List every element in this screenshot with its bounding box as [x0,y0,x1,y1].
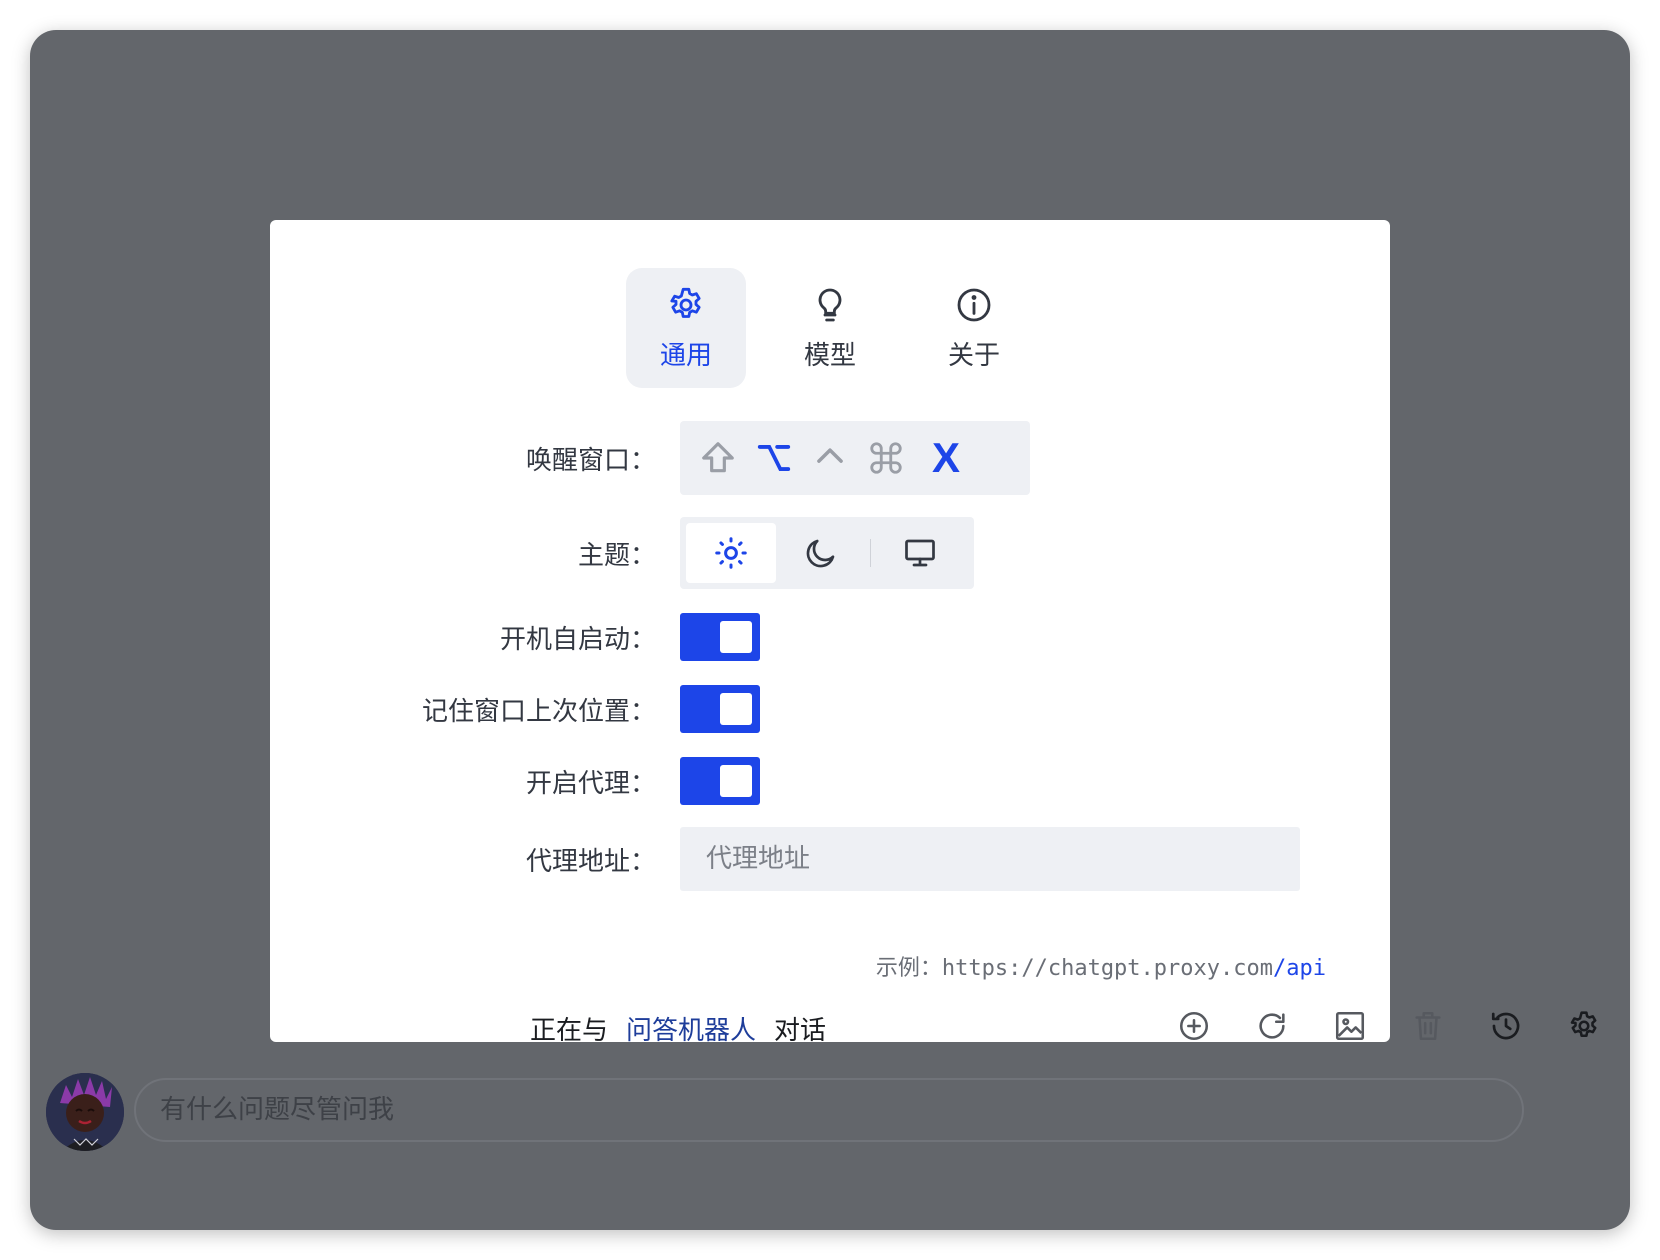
remember-position-toggle[interactable] [680,685,760,733]
command-key-icon [866,438,906,478]
shortcut-recorder[interactable]: X [680,421,1030,495]
chat-toolbar [1176,1008,1602,1044]
tab-label: 关于 [947,340,1000,371]
avatar[interactable] [46,1073,124,1151]
proxy-address-row: 代理地址： [270,827,1300,891]
shift-key-icon [698,438,738,478]
theme-row: 主题： [270,517,974,589]
gear-icon [670,287,701,318]
clear-chat-button[interactable] [1410,1008,1446,1044]
lightbulb-icon [818,288,842,321]
proxy-enabled-toggle[interactable] [680,757,760,805]
shortcut-row: 唤醒窗口： X [270,421,1030,495]
history-button[interactable] [1488,1008,1524,1044]
toggle-knob [720,765,752,797]
history-icon [1491,1012,1520,1040]
example-prefix: 示例： [875,956,942,981]
theme-dark-option[interactable] [776,523,866,583]
settings-tabs: 通用 模型 关于 [626,268,1034,388]
gear-icon [1570,1011,1597,1038]
proxy-address-input[interactable] [680,827,1300,891]
remember-position-row: 记住窗口上次位置： [270,685,760,733]
settings-button[interactable] [1566,1008,1602,1044]
chat-input[interactable] [134,1078,1524,1142]
avatar-image [46,1073,124,1151]
autostart-label: 开机自启动： [499,624,656,655]
trash-icon [1415,1011,1441,1041]
theme-system-option[interactable] [875,523,965,583]
tab-label: 模型 [803,340,856,371]
proxy-enabled-row: 开启代理： [270,757,760,805]
tab-label: 通用 [659,340,712,371]
autostart-toggle[interactable] [680,613,760,661]
autostart-row: 开机自启动： [270,613,760,661]
toggle-knob [720,693,752,725]
status-suffix: 对话 [774,1016,827,1046]
tab-about[interactable]: 关于 [914,268,1034,388]
app-window: 通用 模型 关于 唤醒窗口： X 主题： 开机自启动： 记住窗口上次位置： 开启… [30,30,1630,1230]
monitor-icon [905,539,935,567]
chat-status-bar: 正在与 问答机器人 对话 [30,998,1630,1056]
settings-modal: 通用 模型 关于 唤醒窗口： X 主题： 开机自启动： 记住窗口上次位置： 开启… [270,220,1390,1042]
example-suffix: /api [1273,956,1326,981]
toggle-knob [720,621,752,653]
info-icon [957,288,991,321]
theme-switcher [680,517,974,589]
image-button[interactable] [1332,1008,1368,1044]
shortcut-letter: X [932,434,961,481]
regenerate-button[interactable] [1254,1008,1290,1044]
tab-general[interactable]: 通用 [626,268,746,388]
tab-model[interactable]: 模型 [770,268,890,388]
new-chat-button[interactable] [1176,1008,1212,1044]
remember-position-label: 记住窗口上次位置： [421,696,656,727]
status-prefix: 正在与 [530,1016,609,1046]
proxy-example: 示例：https://chatgpt.proxy.com/api [876,950,1326,982]
chat-status: 正在与 问答机器人 对话 [530,1010,826,1047]
bot-name-link[interactable]: 问答机器人 [626,1010,756,1047]
shortcut-label: 唤醒窗口： [525,445,656,476]
example-url: https://chatgpt.proxy.com [941,956,1274,981]
divider [870,539,871,567]
proxy-address-label: 代理地址： [525,846,656,877]
theme-label: 主题： [577,540,656,571]
theme-light-option[interactable] [686,523,776,583]
sun-icon [715,537,747,569]
moon-icon [806,539,835,568]
control-key-icon [810,438,850,478]
proxy-enabled-label: 开启代理： [525,768,656,799]
add-circle-icon [1179,1011,1209,1041]
image-icon [1335,1011,1365,1041]
option-key-icon [754,438,794,478]
refresh-icon [1259,1013,1285,1039]
